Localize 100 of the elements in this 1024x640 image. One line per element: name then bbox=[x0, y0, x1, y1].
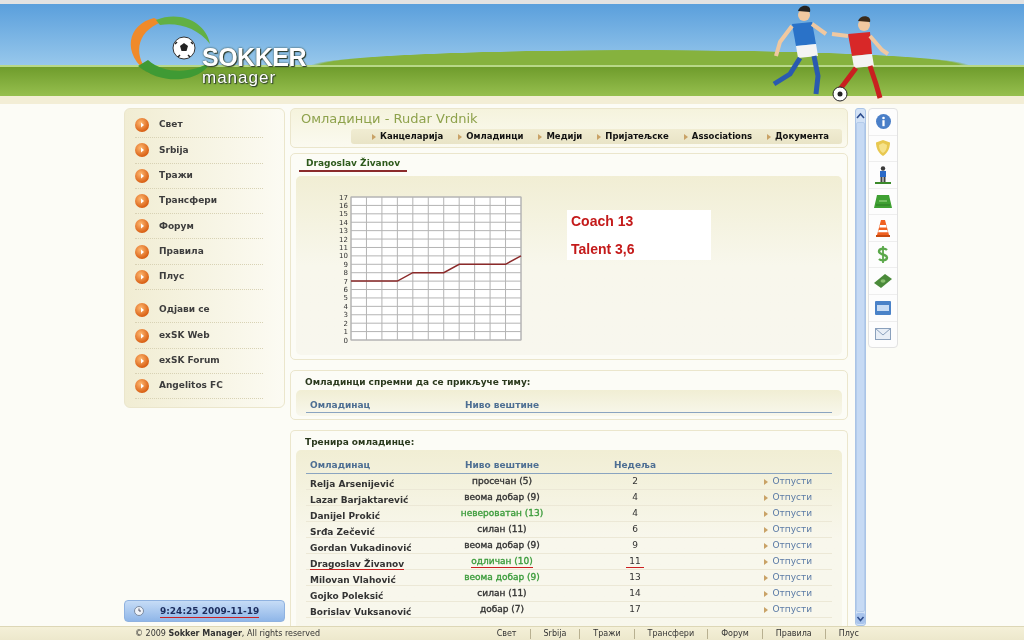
skill-level: просечан (5) bbox=[472, 476, 532, 487]
sidebar-link[interactable]: Angelitos FC bbox=[135, 373, 263, 400]
weeks-count: 4 bbox=[631, 508, 639, 519]
player-name: Gordan Vukadinović bbox=[310, 542, 412, 553]
weeks-count: 17 bbox=[628, 604, 642, 615]
column-header: Омладинац bbox=[309, 458, 372, 472]
skill-level: силан (11) bbox=[477, 524, 527, 535]
section-title: Омладинци спремни да се прикључе тиму: bbox=[304, 376, 532, 389]
skill-level: одличан (10) bbox=[471, 555, 533, 568]
nav-link[interactable]: Associations bbox=[683, 130, 752, 143]
arrow-icon bbox=[764, 542, 769, 549]
release-link[interactable]: Отпусти bbox=[764, 476, 812, 487]
skill-level: добар (7) bbox=[479, 604, 525, 615]
footer-link[interactable]: Правила bbox=[761, 628, 825, 639]
sidebar-link[interactable]: exSK Web bbox=[135, 323, 263, 349]
scroll-up-icon[interactable] bbox=[856, 112, 865, 120]
sidebar-link[interactable]: Одјави се bbox=[135, 298, 263, 324]
release-link[interactable]: Отпусти bbox=[764, 524, 812, 535]
footer-link[interactable]: Форум bbox=[707, 628, 762, 639]
column-header: Ниво вештине bbox=[463, 458, 541, 472]
clock-time: 9:24:25 2009-11-19 bbox=[160, 604, 260, 618]
logo-subtitle: manager bbox=[202, 69, 278, 86]
weeks-count: 4 bbox=[631, 492, 639, 503]
sidebar-link[interactable]: Правила bbox=[135, 239, 263, 265]
player-name: Lazar Barjaktarević bbox=[310, 494, 409, 505]
release-link[interactable]: Отпусти bbox=[764, 540, 812, 551]
release-link[interactable]: Отпусти bbox=[764, 572, 812, 583]
nav-link[interactable]: Документа bbox=[767, 130, 829, 143]
copyright-text: © 2009 Sokker Manager, All rights reserved bbox=[134, 627, 321, 640]
bullet-icon bbox=[135, 269, 149, 284]
skill-level: веома добар (9) bbox=[464, 492, 540, 503]
sidebar-link[interactable]: Плус bbox=[135, 264, 263, 291]
arrow-icon bbox=[764, 494, 769, 501]
arrow-icon bbox=[764, 558, 769, 565]
skill-level: веома добар (9) bbox=[464, 540, 540, 551]
player-name: Borislav Vuksanović bbox=[310, 606, 412, 617]
skill-level: силан (11) bbox=[477, 588, 527, 599]
note-text: Coach 13 bbox=[571, 212, 635, 230]
arrow-icon bbox=[767, 133, 772, 140]
arrow-icon bbox=[683, 133, 688, 140]
weeks-count: 13 bbox=[628, 572, 642, 583]
bullet-icon bbox=[135, 379, 149, 394]
player-name: Relja Arsenijević bbox=[310, 478, 395, 489]
player-figure-icon[interactable] bbox=[875, 165, 891, 184]
footer-link[interactable]: Srbija bbox=[529, 628, 580, 639]
skill-level: невероватан (13) bbox=[460, 508, 544, 519]
release-link[interactable]: Отпусти bbox=[764, 508, 812, 519]
nav-link[interactable]: Пријатељске bbox=[597, 130, 669, 143]
arrow-icon bbox=[597, 133, 602, 140]
nav-link[interactable]: Канцеларија bbox=[372, 130, 444, 143]
arrow-icon bbox=[372, 133, 376, 140]
info-icon[interactable] bbox=[875, 114, 891, 130]
arrow-icon bbox=[764, 526, 769, 533]
window-icon[interactable] bbox=[875, 300, 891, 315]
arrow-icon bbox=[764, 574, 769, 581]
release-link[interactable]: Отпусти bbox=[764, 556, 812, 567]
column-header: Омладинац bbox=[309, 398, 372, 412]
pitch-icon[interactable] bbox=[874, 194, 892, 208]
sidebar-link[interactable]: Тражи bbox=[135, 163, 263, 189]
bullet-icon bbox=[135, 219, 149, 234]
scroll-down-icon[interactable] bbox=[856, 613, 865, 624]
arrow-icon bbox=[764, 478, 769, 485]
bullet-icon bbox=[135, 168, 149, 183]
dollar-icon[interactable] bbox=[877, 246, 889, 264]
bullet-icon bbox=[135, 118, 149, 133]
footer-link[interactable]: Тражи bbox=[579, 628, 634, 639]
scrollbar-thumb[interactable] bbox=[856, 122, 865, 612]
scrollbar[interactable] bbox=[855, 108, 866, 626]
sidebar-link[interactable]: Трансфери bbox=[135, 188, 263, 215]
release-link[interactable]: Отпусти bbox=[764, 492, 812, 503]
banknote-icon[interactable] bbox=[874, 274, 892, 289]
weeks-count: 9 bbox=[631, 540, 639, 551]
bullet-icon bbox=[135, 143, 149, 158]
weeks-count: 14 bbox=[628, 588, 642, 599]
logo-title: SOKKER bbox=[202, 45, 306, 70]
release-link[interactable]: Отпусти bbox=[764, 604, 812, 615]
footer-link[interactable]: Свет bbox=[483, 628, 530, 639]
footer-link[interactable]: Трансфери bbox=[633, 628, 708, 639]
weeks-count: 2 bbox=[631, 476, 639, 487]
bullet-icon bbox=[135, 328, 149, 343]
sidebar-link[interactable]: Srbija bbox=[135, 138, 263, 164]
bullet-icon bbox=[135, 353, 149, 368]
footer-link[interactable]: Плус bbox=[824, 628, 872, 639]
bullet-icon bbox=[135, 244, 149, 259]
nav-link[interactable]: Омладинци bbox=[458, 130, 524, 143]
section-title: Тренира омладинце: bbox=[304, 436, 416, 449]
player-name: Milovan Vlahović bbox=[310, 574, 396, 585]
player-heading: Dragoslav Živanov bbox=[299, 157, 408, 172]
envelope-icon[interactable] bbox=[875, 328, 891, 341]
player-name: Srđa Zečević bbox=[310, 526, 375, 537]
nav-link[interactable]: Медији bbox=[538, 130, 583, 143]
sidebar-link[interactable]: exSK Forum bbox=[135, 348, 263, 374]
column-header: Недеља bbox=[613, 458, 657, 472]
traffic-cone-icon[interactable] bbox=[876, 219, 890, 237]
weeks-count: 6 bbox=[631, 524, 639, 535]
sidebar-link[interactable]: Свет bbox=[135, 113, 263, 139]
page-title: Омладинци - Rudar Vrdnik bbox=[300, 111, 479, 127]
clock-icon bbox=[134, 606, 144, 616]
release-link[interactable]: Отпусти bbox=[764, 588, 812, 599]
sidebar-link[interactable]: Форум bbox=[135, 214, 263, 240]
